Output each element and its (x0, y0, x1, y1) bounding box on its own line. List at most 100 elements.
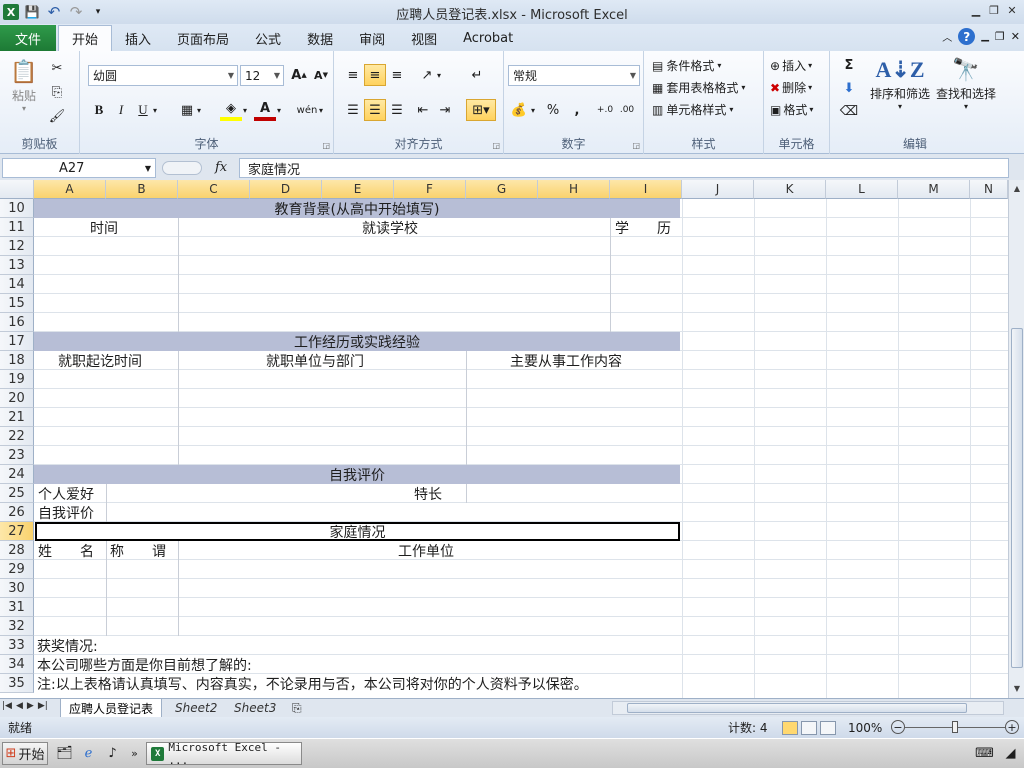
self-evaluation-header[interactable]: 自我评价 (34, 465, 680, 484)
page-break-view-icon[interactable] (820, 720, 836, 735)
minimize-ribbon-icon[interactable]: ︿ (942, 29, 952, 44)
specialty-label[interactable]: 特长 (414, 484, 442, 503)
copy-icon[interactable]: ⎘ (46, 81, 68, 103)
close-icon[interactable]: ✕ (1004, 2, 1020, 18)
row-header-18[interactable]: 18 (0, 351, 34, 370)
insert-cells-button[interactable]: ⊕ 插入 ▾ (770, 57, 812, 74)
tab-insert[interactable]: 插入 (112, 25, 164, 51)
delete-cells-button[interactable]: ✖ 删除 ▾ (770, 79, 812, 96)
decrease-decimal-icon[interactable]: .00 (616, 99, 638, 121)
column-header-a[interactable]: A (34, 180, 106, 199)
grow-font-button[interactable]: A ▲ (288, 64, 310, 86)
internet-explorer-icon[interactable]: ℯ (80, 745, 97, 762)
row-header-32[interactable]: 32 (0, 617, 34, 636)
education-header[interactable]: 教育背景(从高中开始填写) (34, 199, 680, 218)
align-left-icon[interactable]: ☰ (342, 99, 364, 121)
prev-sheet-icon[interactable]: ◀ (16, 701, 23, 711)
align-bottom-icon[interactable]: ≡ (386, 64, 408, 86)
row-header-31[interactable]: 31 (0, 598, 34, 617)
merge-center-icon[interactable]: ⊞▾ (466, 99, 496, 121)
tab-review[interactable]: 审阅 (346, 25, 398, 51)
row-header-23[interactable]: 23 (0, 446, 34, 465)
sheet-tab-applicant-form[interactable]: 应聘人员登记表 (60, 699, 163, 717)
font-size-select[interactable]: 12 ▼ (240, 65, 284, 86)
column-header-i[interactable]: I (610, 180, 682, 199)
decrease-indent-icon[interactable]: ⇤ (412, 99, 434, 121)
tab-formulas[interactable]: 公式 (242, 25, 294, 51)
education-school-label[interactable]: 就读学校 (362, 218, 418, 237)
row-header-22[interactable]: 22 (0, 427, 34, 446)
number-format-select[interactable]: 常规 ▼ (508, 65, 640, 86)
more-icon[interactable]: » (126, 745, 143, 762)
column-header-m[interactable]: M (898, 180, 970, 199)
vertical-scroll-thumb[interactable] (1011, 328, 1023, 668)
format-cells-button[interactable]: ▣ 格式 ▾ (770, 101, 813, 118)
format-as-table-button[interactable]: ▦ 套用表格格式 ▾ (652, 79, 745, 96)
column-header-h[interactable]: H (538, 180, 610, 199)
row-header-19[interactable]: 19 (0, 370, 34, 389)
fill-icon[interactable]: ⬇ (838, 77, 860, 99)
wrap-text-icon[interactable]: ↵ (466, 64, 488, 86)
name-box[interactable]: A27 ▼ (2, 158, 156, 178)
selected-cell-a27[interactable]: 家庭情况 (35, 522, 680, 541)
font-color-dropdown-icon[interactable]: ▾ (274, 99, 284, 121)
row-header-13[interactable]: 13 (0, 256, 34, 275)
restore-workbook-icon[interactable]: ❐ (995, 30, 1005, 43)
row-header-15[interactable]: 15 (0, 294, 34, 313)
row-header-16[interactable]: 16 (0, 313, 34, 332)
row-header-12[interactable]: 12 (0, 237, 34, 256)
currency-icon[interactable]: 💰 (508, 99, 530, 121)
row-header-17[interactable]: 17 (0, 332, 34, 351)
restore-icon[interactable]: ❐ (986, 2, 1002, 18)
formula-bar-handle[interactable] (162, 161, 202, 175)
column-header-d[interactable]: D (250, 180, 322, 199)
work-experience-header[interactable]: 工作经历或实践经验 (34, 332, 680, 351)
close-workbook-icon[interactable]: ✕ (1011, 30, 1020, 43)
zoom-knob[interactable] (952, 721, 958, 733)
phonetic-dropdown-icon[interactable]: ▾ (316, 99, 326, 121)
family-name-label[interactable]: 姓 名 (38, 541, 94, 560)
page-layout-view-icon[interactable] (801, 720, 817, 735)
notification-icon[interactable]: ◢ (1002, 745, 1019, 762)
next-sheet-icon[interactable]: ▶ (27, 701, 34, 711)
tab-view[interactable]: 视图 (398, 25, 450, 51)
underline-dropdown-icon[interactable]: ▾ (150, 99, 160, 121)
scroll-up-icon[interactable]: ▲ (1009, 180, 1024, 196)
orientation-dropdown-icon[interactable]: ▾ (434, 64, 444, 86)
horizontal-scroll-thumb[interactable] (627, 703, 967, 713)
row-header-35[interactable]: 35 (0, 674, 34, 693)
align-middle-icon[interactable]: ≡ (364, 64, 386, 86)
zoom-out-icon[interactable]: − (891, 720, 905, 734)
excel-logo-icon[interactable]: X (3, 4, 19, 20)
tab-acrobat[interactable]: Acrobat (450, 25, 526, 51)
undo-icon[interactable]: ↶ (45, 3, 63, 21)
fill-color-dropdown-icon[interactable]: ▾ (240, 99, 250, 121)
education-degree-label[interactable]: 学 历 (615, 218, 671, 237)
increase-decimal-icon[interactable]: +.0 (594, 99, 616, 121)
family-relation-label[interactable]: 称 谓 (110, 541, 166, 560)
font-dialog-launcher-icon[interactable]: ◲ (322, 141, 330, 150)
row-header-11[interactable]: 11 (0, 218, 34, 237)
select-all-corner[interactable] (0, 180, 34, 199)
conditional-format-button[interactable]: ▤ 条件格式 ▾ (652, 57, 721, 74)
column-header-k[interactable]: K (754, 180, 826, 199)
sort-filter-button[interactable]: A⇣Z 排序和筛选 ▾ (868, 55, 932, 111)
education-time-label[interactable]: 时间 (90, 218, 118, 237)
italic-button[interactable]: I (110, 99, 132, 121)
last-sheet-icon[interactable]: ▶| (38, 701, 48, 711)
row-header-34[interactable]: 34 (0, 655, 34, 674)
help-icon[interactable]: ? (958, 28, 976, 45)
zoom-level[interactable]: 100% (848, 721, 882, 735)
increase-indent-icon[interactable]: ⇥ (434, 99, 456, 121)
paste-button[interactable]: 📋 粘贴 ▾ (6, 57, 42, 114)
row-header-20[interactable]: 20 (0, 389, 34, 408)
shrink-font-button[interactable]: A ▼ (310, 64, 332, 86)
border-dropdown-icon[interactable]: ▾ (194, 99, 204, 121)
align-center-icon[interactable]: ☰ (364, 99, 386, 121)
align-right-icon[interactable]: ☰ (386, 99, 408, 121)
taskbar-excel-item[interactable]: X Microsoft Excel - ... (146, 741, 302, 767)
font-name-select[interactable]: 幼圆 ▼ (88, 65, 238, 86)
column-header-j[interactable]: J (682, 180, 754, 199)
column-header-l[interactable]: L (826, 180, 898, 199)
column-header-f[interactable]: F (394, 180, 466, 199)
